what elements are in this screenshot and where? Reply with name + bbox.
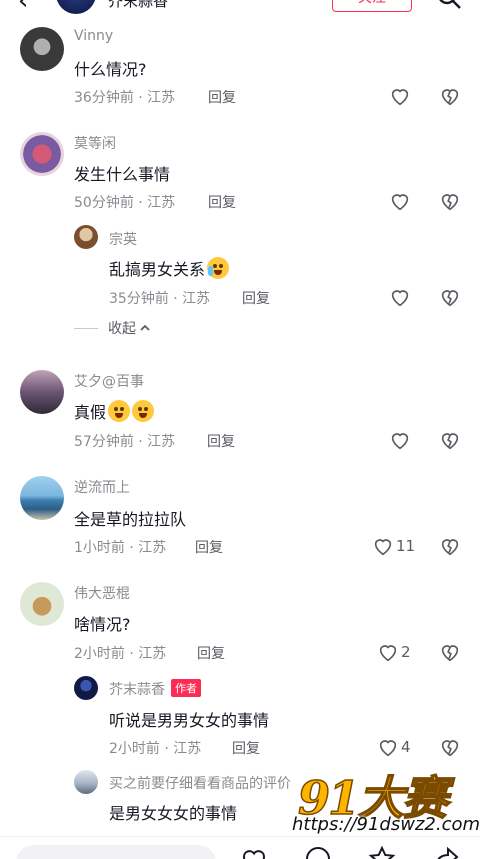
author-name: 芥末蒜香 bbox=[108, 0, 169, 10]
comment-time: 50分钟前 · 江苏 bbox=[74, 195, 176, 211]
dislike-icon[interactable] bbox=[439, 85, 461, 107]
heart-icon bbox=[391, 433, 409, 450]
author-name[interactable]: 芥末蒜香 bbox=[109, 682, 165, 698]
like-count: 4 bbox=[401, 738, 411, 756]
like-count: 2 bbox=[401, 643, 411, 661]
comment-username[interactable]: 艾夕@百事 bbox=[74, 371, 144, 391]
comment-username[interactable]: 宗英 bbox=[109, 229, 137, 249]
reply-button[interactable]: 回复 bbox=[208, 87, 236, 107]
share-icon[interactable] bbox=[432, 845, 460, 859]
comment-username[interactable]: Vinny bbox=[74, 28, 113, 44]
like-button[interactable]: 4 bbox=[377, 735, 411, 759]
like-button[interactable]: 11 bbox=[372, 534, 415, 558]
comment-username[interactable]: 逆流而上 bbox=[74, 477, 130, 497]
dislike-icon[interactable] bbox=[439, 641, 461, 663]
comment-text: 真假 bbox=[74, 399, 155, 423]
comment-time: 57分钟前 · 江苏 bbox=[74, 434, 176, 450]
comment-time: 2小时前 · 江苏 bbox=[74, 646, 167, 662]
pleading-emoji-icon bbox=[132, 400, 155, 422]
reply-button[interactable]: 回复 bbox=[232, 738, 260, 758]
comment-username[interactable]: 莫等闲 bbox=[74, 133, 116, 153]
heart-icon bbox=[391, 290, 409, 307]
comment-username[interactable]: 买之前要仔细看看商品的评价 bbox=[109, 773, 291, 793]
search-icon[interactable] bbox=[436, 0, 462, 10]
avatar[interactable] bbox=[74, 770, 98, 794]
comment-time: 36分钟前 · 江苏 bbox=[74, 90, 176, 106]
top-bar: ‹ 芥末蒜香 关注 bbox=[0, 0, 480, 18]
comment-text: 听说是男男女女的事情 bbox=[109, 711, 270, 730]
emoji-icon[interactable] bbox=[304, 845, 332, 859]
like-button[interactable] bbox=[389, 84, 411, 108]
collapse-label: 收起 bbox=[108, 321, 136, 337]
author-avatar[interactable] bbox=[56, 0, 96, 14]
avatar[interactable] bbox=[74, 676, 98, 700]
reply-button[interactable]: 回复 bbox=[197, 643, 225, 663]
heart-icon bbox=[391, 194, 409, 211]
chevron-up-icon bbox=[140, 324, 150, 331]
comment-time: 2小时前 · 江苏 bbox=[109, 741, 202, 757]
divider bbox=[74, 327, 98, 329]
author-badge: 作者 bbox=[171, 679, 201, 697]
comment-username[interactable]: 伟大恶棍 bbox=[74, 583, 130, 603]
heart-icon bbox=[374, 539, 392, 556]
reply-button[interactable]: 回复 bbox=[242, 288, 270, 308]
reply-button[interactable]: 回复 bbox=[208, 192, 236, 212]
reply-button[interactable]: 回复 bbox=[207, 431, 235, 451]
comment-text-content: 真假 bbox=[74, 403, 107, 422]
comment-time: 35分钟前 · 江苏 bbox=[109, 291, 211, 307]
back-icon[interactable]: ‹ bbox=[18, 0, 28, 16]
comment-time: 1小时前 · 江苏 bbox=[74, 540, 167, 556]
dislike-icon[interactable] bbox=[439, 429, 461, 451]
avatar[interactable] bbox=[20, 132, 64, 176]
comment-input[interactable] bbox=[16, 845, 216, 859]
dislike-icon[interactable] bbox=[439, 286, 461, 308]
like-button[interactable]: 2 bbox=[377, 640, 411, 664]
comment-username[interactable]: 芥末蒜香 作者 bbox=[109, 679, 201, 699]
follow-button[interactable]: 关注 bbox=[332, 0, 412, 12]
comment-text: 乱搞男女关系 bbox=[109, 256, 230, 280]
pleading-emoji-icon bbox=[108, 400, 131, 422]
comment-text: 全是草的拉拉队 bbox=[74, 510, 187, 529]
comment-text: 是男女女女的事情 bbox=[109, 804, 238, 823]
crying-emoji-icon bbox=[207, 257, 230, 279]
bottom-input-bar bbox=[0, 836, 480, 859]
heart-icon bbox=[379, 645, 397, 662]
dislike-icon[interactable] bbox=[439, 190, 461, 212]
comment-text-content: 乱搞男女关系 bbox=[109, 260, 206, 279]
dislike-icon[interactable] bbox=[439, 535, 461, 557]
avatar[interactable] bbox=[20, 27, 64, 71]
heart-icon[interactable] bbox=[240, 845, 268, 859]
avatar[interactable] bbox=[20, 370, 64, 414]
comment-text: 什么情况? bbox=[74, 60, 147, 79]
like-count: 11 bbox=[396, 537, 416, 555]
comment-text: 发生什么事情 bbox=[74, 165, 171, 184]
comment-text: 啥情况? bbox=[74, 615, 131, 634]
watermark: 91大赛 https://91dswz2.com bbox=[292, 760, 480, 840]
avatar[interactable] bbox=[74, 225, 98, 249]
star-icon[interactable] bbox=[368, 845, 396, 859]
like-button[interactable] bbox=[389, 428, 411, 452]
collapse-replies-button[interactable]: 收起 bbox=[74, 318, 151, 338]
watermark-url: https://91dswz2.com bbox=[292, 814, 480, 835]
like-button[interactable] bbox=[389, 285, 411, 309]
reply-button[interactable]: 回复 bbox=[195, 537, 223, 557]
avatar[interactable] bbox=[20, 476, 64, 520]
like-button[interactable] bbox=[389, 189, 411, 213]
avatar[interactable] bbox=[20, 582, 64, 626]
heart-icon bbox=[391, 89, 409, 106]
dislike-icon[interactable] bbox=[439, 736, 461, 758]
heart-icon bbox=[379, 740, 397, 757]
